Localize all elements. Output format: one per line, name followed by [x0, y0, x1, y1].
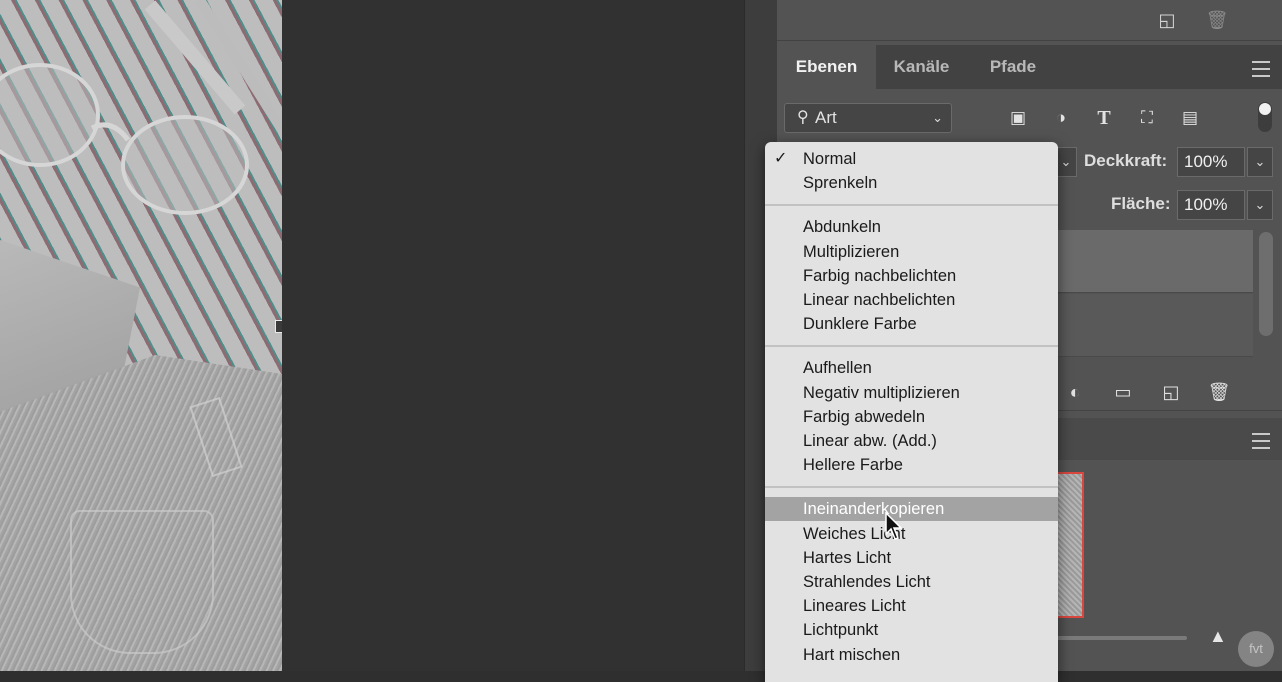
- chevron-down-icon: ⌄: [932, 110, 943, 125]
- menu-item-label: Hartes Licht: [803, 548, 892, 567]
- menu-item-label: Linear nachbelichten: [803, 291, 956, 309]
- workspace-background: [282, 0, 744, 671]
- menu-item-label: Strahlendes Licht: [803, 573, 931, 591]
- menu-item-label: Aufhellen: [803, 359, 872, 378]
- mouse-cursor-icon: [885, 512, 903, 540]
- jeans-pocket: [70, 510, 214, 654]
- layer-filter-row: ⚲ Art ⌄ ▣ ◑ T ⛶ ▤: [777, 100, 1282, 136]
- menu-separator: [765, 486, 1058, 489]
- blend-mode-hart-mischen[interactable]: Hart mischen: [765, 643, 1058, 667]
- shape-layer-filter-icon[interactable]: ⛶: [1136, 108, 1158, 128]
- trash-icon[interactable]: 🗑: [1205, 8, 1229, 32]
- menu-item-label: Dunklere Farbe: [803, 315, 917, 334]
- new-layer-icon[interactable]: ◱: [1159, 380, 1183, 404]
- blend-mode-dunklere-farbe[interactable]: Dunklere Farbe: [765, 312, 1058, 336]
- blend-mode-abdunkeln[interactable]: Abdunkeln: [765, 215, 1058, 239]
- menu-item-label: Linear abw. (Add.): [803, 432, 937, 450]
- tab-ebenen[interactable]: Ebenen: [777, 45, 876, 89]
- pixel-layer-filter-icon[interactable]: ▣: [1007, 108, 1029, 128]
- opacity-chevron-icon[interactable]: ⌄: [1247, 147, 1273, 177]
- layer-row[interactable]: [1057, 294, 1253, 357]
- menu-separator: [765, 345, 1058, 348]
- filter-kind-select[interactable]: ⚲ Art ⌄: [784, 103, 952, 133]
- menu-item-label: Lineares Licht: [803, 597, 906, 616]
- menu-item-label: Normal: [803, 150, 857, 168]
- second-panel-menu-icon[interactable]: [1252, 433, 1270, 449]
- menu-item-label: Ineinanderkopieren: [803, 500, 945, 519]
- fill-input[interactable]: 100%: [1177, 190, 1245, 220]
- panel-top-bar: ◱ 🗑: [777, 0, 1282, 41]
- tab-kanaele[interactable]: Kanäle: [876, 45, 967, 89]
- blend-mode-aufhellen[interactable]: Aufhellen: [765, 356, 1058, 380]
- mountain-icon[interactable]: ▲: [1209, 626, 1227, 647]
- fill-label: Fläche:: [1111, 194, 1171, 213]
- menu-item-label: Farbig abwedeln: [803, 407, 925, 426]
- filter-kind-label: Art: [815, 108, 837, 127]
- blend-mode-lichtpunkt[interactable]: Lichtpunkt: [765, 618, 1058, 642]
- blend-mode-menu: ✓ Normal Sprenkeln Abdunkeln Multiplizieren F…: [765, 142, 1058, 682]
- blend-mode-farbig-abwedeln[interactable]: Farbig abwedeln: [765, 405, 1058, 429]
- new-document-icon[interactable]: ◱: [1155, 8, 1179, 32]
- layer-row[interactable]: [1057, 230, 1253, 293]
- filter-toggle[interactable]: [1258, 102, 1272, 132]
- blend-mode-lineares-licht[interactable]: Lineares Licht: [765, 594, 1058, 618]
- fill-chevron-icon[interactable]: ⌄: [1247, 190, 1273, 220]
- search-icon: ⚲: [797, 109, 809, 126]
- checkmark-icon: ✓: [774, 150, 788, 167]
- menu-item-label: Abdunkeln: [803, 218, 881, 237]
- blend-mode-linear-abw-add[interactable]: Linear abw. (Add.): [765, 429, 1058, 453]
- blend-mode-strahlendes-licht[interactable]: Strahlendes Licht: [765, 570, 1058, 594]
- menu-item-label: Hart mischen: [803, 645, 901, 664]
- watermark-logo: fvt: [1238, 631, 1274, 667]
- blend-mode-ineinanderkopieren[interactable]: Ineinanderkopieren: [765, 497, 1058, 522]
- delete-layer-icon[interactable]: 🗑: [1207, 380, 1231, 404]
- folder-icon[interactable]: ▭: [1111, 380, 1135, 404]
- menu-item-label: Sprenkeln: [803, 174, 878, 193]
- blend-mode-multiplizieren[interactable]: Multiplizieren: [765, 240, 1058, 264]
- adjustment-layer-icon[interactable]: ◐: [1063, 380, 1087, 404]
- blend-mode-sprenkeln[interactable]: Sprenkeln: [765, 171, 1058, 195]
- menu-item-label: Farbig nachbelichten: [803, 266, 957, 285]
- layers-scrollbar[interactable]: [1259, 232, 1273, 336]
- opacity-label: Deckkraft:: [1084, 151, 1168, 170]
- blend-mode-weiches-licht[interactable]: Weiches Licht: [765, 522, 1058, 546]
- smart-object-filter-icon[interactable]: ▤: [1179, 108, 1201, 128]
- opacity-input[interactable]: 100%: [1177, 147, 1245, 177]
- tab-pfade[interactable]: Pfade: [967, 45, 1059, 89]
- panel-tabs: Ebenen Kanäle Pfade: [777, 45, 1282, 89]
- adjustment-layer-filter-icon[interactable]: ◑: [1050, 108, 1072, 128]
- blend-mode-negativ-multiplizieren[interactable]: Negativ multiplizieren: [765, 381, 1058, 405]
- frame-handle-icon[interactable]: [275, 320, 282, 333]
- menu-item-label: Negativ multiplizieren: [803, 383, 960, 402]
- blend-mode-normal[interactable]: ✓ Normal: [765, 147, 1058, 171]
- canvas-image: [0, 0, 282, 671]
- menu-separator: [765, 204, 1058, 207]
- blend-mode-hartes-licht[interactable]: Hartes Licht: [765, 546, 1058, 570]
- blend-mode-hellere-farbe[interactable]: Hellere Farbe: [765, 453, 1058, 477]
- blend-mode-linear-nachbelichten[interactable]: Linear nachbelichten: [765, 288, 1058, 312]
- type-layer-filter-icon[interactable]: T: [1093, 108, 1115, 128]
- menu-item-label: Lichtpunkt: [803, 621, 879, 640]
- menu-item-label: Multiplizieren: [803, 242, 900, 261]
- blend-mode-farbig-nachbelichten[interactable]: Farbig nachbelichten: [765, 264, 1058, 288]
- menu-item-label: Hellere Farbe: [803, 456, 903, 475]
- zoom-slider[interactable]: [1047, 636, 1187, 640]
- panel-menu-icon[interactable]: [1252, 61, 1270, 77]
